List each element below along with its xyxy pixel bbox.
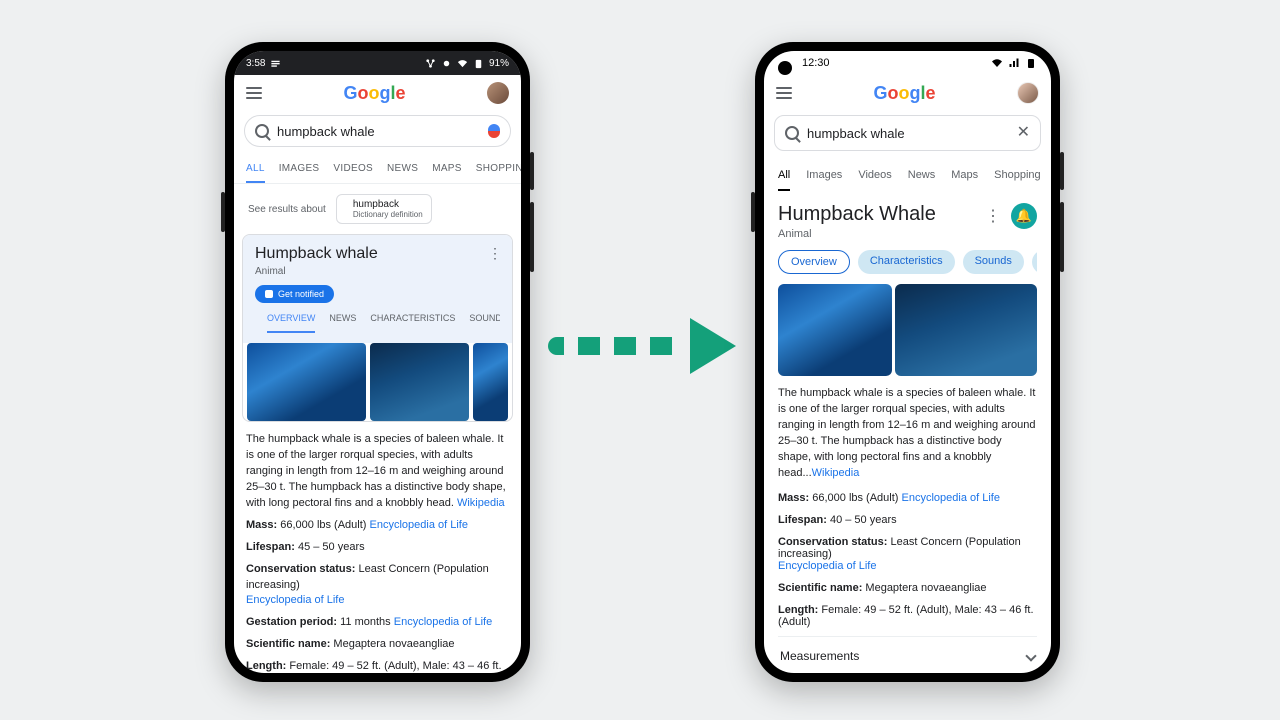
tab-all[interactable]: ALL xyxy=(246,155,265,183)
expand-measurements[interactable]: Measurements xyxy=(778,636,1037,673)
tab-videos[interactable]: VIDEOS xyxy=(333,155,373,183)
tab-maps[interactable]: Maps xyxy=(951,163,978,191)
fact-row: Lifespan: 45 – 50 years xyxy=(246,540,509,556)
notification-icon xyxy=(270,58,281,69)
account-avatar[interactable] xyxy=(1017,82,1039,104)
wikipedia-link[interactable]: Wikipedia xyxy=(457,497,505,509)
tab-videos[interactable]: Videos xyxy=(858,163,891,191)
more-icon[interactable]: ⋮ xyxy=(985,206,1001,226)
kp-tab-characteristics[interactable]: CHARACTERISTICS xyxy=(370,313,455,333)
voice-search-icon[interactable] xyxy=(488,124,500,138)
pill-characteristics[interactable]: Characteristics xyxy=(858,250,955,274)
status-bar: 3:58 91% xyxy=(234,51,521,75)
knowledge-panel: Humpback Whale Animal ⋮ 🔔 Overview Chara… xyxy=(764,191,1051,673)
kp-type: Animal xyxy=(255,266,500,277)
menu-icon[interactable] xyxy=(246,87,262,99)
battery-icon xyxy=(473,58,484,69)
gallery-image[interactable] xyxy=(370,343,469,421)
notify-button[interactable]: 🔔 xyxy=(1011,203,1037,229)
status-time: 12:30 xyxy=(802,57,830,69)
image-gallery[interactable] xyxy=(243,343,512,421)
search-input[interactable]: humpback whale xyxy=(244,115,511,147)
phone-new-design: 12:30 Google humpback whale ✕ xyxy=(755,42,1060,682)
tab-maps[interactable]: MAPS xyxy=(432,155,462,183)
kp-title: Humpback Whale xyxy=(778,203,936,226)
fact-row: Scientific name: Megaptera novaeangliae xyxy=(246,637,509,653)
tab-news[interactable]: News xyxy=(908,163,936,191)
gallery-image[interactable] xyxy=(778,284,892,376)
search-input[interactable]: humpback whale ✕ xyxy=(774,115,1041,151)
google-logo: Google xyxy=(343,83,405,104)
source-link[interactable]: Encyclopedia of Life xyxy=(370,519,468,531)
account-avatar[interactable] xyxy=(487,82,509,104)
tab-shopping[interactable]: SHOPPING xyxy=(476,155,521,183)
see-results-about: See results about humpbackDictionary def… xyxy=(234,184,521,234)
tab-shopping[interactable]: Shopping xyxy=(994,163,1041,191)
kp-tab-sounds[interactable]: SOUNDS xyxy=(469,313,500,333)
fact-row: Length: Female: 49 – 52 ft. (Adult), Mal… xyxy=(778,604,1037,628)
tab-images[interactable]: Images xyxy=(806,163,842,191)
cast-icon xyxy=(425,58,436,69)
pill-videos[interactable]: Videos xyxy=(1032,250,1037,274)
battery-percentage: 91% xyxy=(489,58,509,69)
gallery-image[interactable] xyxy=(473,343,508,421)
wifi-icon xyxy=(991,57,1003,69)
gallery-image[interactable] xyxy=(247,343,366,421)
search-icon xyxy=(785,126,799,140)
kp-tab-overview[interactable]: OVERVIEW xyxy=(267,313,315,333)
fact-row: Mass: 66,000 lbs (Adult) Encyclopedia of… xyxy=(246,518,509,534)
tab-all[interactable]: All xyxy=(778,163,790,191)
knowledge-panel: ⋮ Humpback whale Animal Get notified OVE… xyxy=(242,234,513,422)
status-time: 3:58 xyxy=(246,58,265,69)
wifi-icon xyxy=(457,58,468,69)
fact-row: Length: Female: 49 – 52 ft. (Adult), Mal… xyxy=(246,659,509,673)
wikipedia-link[interactable]: Wikipedia xyxy=(812,467,860,479)
tab-images[interactable]: IMAGES xyxy=(279,155,320,183)
more-icon[interactable]: ⋮ xyxy=(488,245,502,262)
phone-old-design: 3:58 91% Google h xyxy=(225,42,530,682)
fact-row: Gestation period: 11 months Encyclopedia… xyxy=(246,615,509,631)
source-link[interactable]: Encyclopedia of Life xyxy=(394,616,492,628)
bell-icon: 🔔 xyxy=(1016,208,1032,224)
bell-icon xyxy=(265,290,273,298)
source-link[interactable]: Encyclopedia of Life xyxy=(246,594,344,606)
search-query: humpback whale xyxy=(807,126,1009,141)
image-gallery[interactable] xyxy=(778,284,1037,376)
source-link[interactable]: Encyclopedia of Life xyxy=(902,492,1000,504)
gallery-image[interactable] xyxy=(895,284,1037,376)
get-notified-button[interactable]: Get notified xyxy=(255,285,334,303)
fact-row: Lifespan: 40 – 50 years xyxy=(778,514,1037,526)
bluetooth-icon xyxy=(441,58,452,69)
search-tabs: All Images Videos News Maps Shopping xyxy=(764,159,1051,191)
search-tabs: ALL IMAGES VIDEOS NEWS MAPS SHOPPING xyxy=(234,155,521,184)
menu-icon[interactable] xyxy=(776,87,792,99)
chevron-down-icon xyxy=(1025,650,1036,661)
search-icon xyxy=(255,124,269,138)
fact-row: Conservation status: Least Concern (Popu… xyxy=(778,536,1037,572)
kp-description: The humpback whale is a species of balee… xyxy=(778,387,1035,479)
status-bar: 12:30 xyxy=(764,51,1051,75)
search-query: humpback whale xyxy=(277,124,480,139)
kp-type: Animal xyxy=(778,228,936,240)
fact-row: Conservation status: Least Concern (Popu… xyxy=(246,562,509,610)
dictionary-chip[interactable]: humpbackDictionary definition xyxy=(336,194,432,224)
punch-hole-camera xyxy=(778,61,792,75)
kp-tab-news[interactable]: NEWS xyxy=(329,313,356,333)
pill-sounds[interactable]: Sounds xyxy=(963,250,1024,274)
sra-label: See results about xyxy=(248,204,326,215)
pill-overview[interactable]: Overview xyxy=(778,250,850,274)
signal-icon xyxy=(1008,57,1020,69)
clear-icon[interactable]: ✕ xyxy=(1017,125,1030,141)
tab-news[interactable]: NEWS xyxy=(387,155,418,183)
arrow-head-icon xyxy=(690,318,736,374)
google-logo: Google xyxy=(873,83,935,104)
fact-row: Scientific name: Megaptera novaeangliae xyxy=(778,582,1037,594)
fact-row: Mass: 66,000 lbs (Adult) Encyclopedia of… xyxy=(778,492,1037,504)
kp-title: Humpback whale xyxy=(255,245,500,263)
battery-icon xyxy=(1025,57,1037,69)
source-link[interactable]: Encyclopedia of Life xyxy=(778,560,876,572)
topic-pills: Overview Characteristics Sounds Videos xyxy=(778,250,1037,274)
transition-arrow xyxy=(548,318,736,374)
